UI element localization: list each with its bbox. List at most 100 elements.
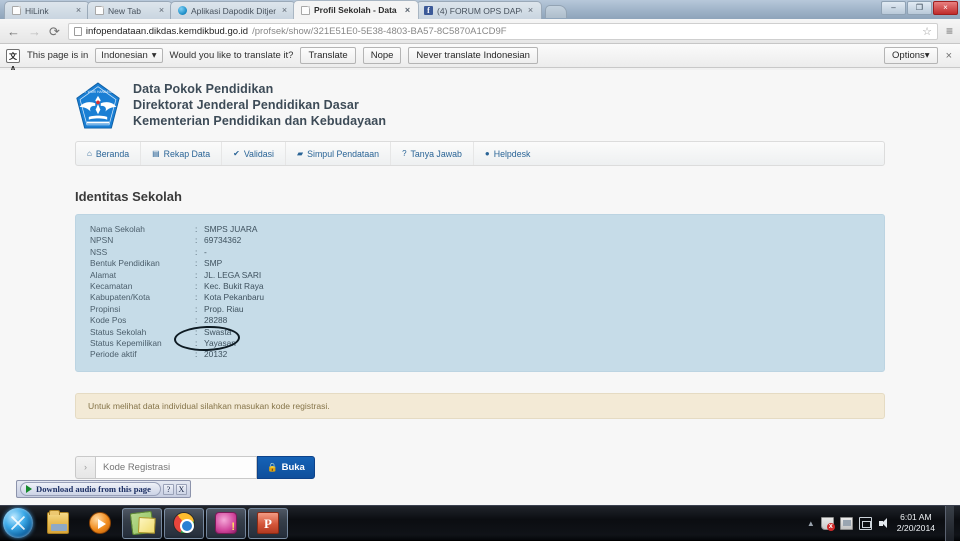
never-translate-button[interactable]: Never translate Indonesian	[408, 47, 538, 64]
identity-label: Status Kepemilikan	[90, 338, 195, 349]
site-header: TUT WURI HANDAYANI Data Pokok Pendidikan…	[65, 78, 895, 136]
taskbar-item-powerpoint[interactable]: P	[248, 508, 288, 539]
taskbar-item-sticky-notes[interactable]	[122, 508, 162, 539]
identity-separator: :	[195, 270, 204, 281]
network-icon[interactable]	[859, 517, 872, 530]
tab-close-icon[interactable]: ×	[74, 6, 83, 15]
nav-item-simpul-pendataan[interactable]: ▰ Simpul Pendataan	[286, 142, 391, 165]
question-circle-icon: ?	[402, 149, 406, 158]
taskbar-item-messenger[interactable]	[206, 508, 246, 539]
identity-value: Kec. Bukit Raya	[204, 281, 870, 292]
browser-tab-new-tab[interactable]: New Tab ×	[87, 1, 173, 19]
page-viewport: TUT WURI HANDAYANI Data Pokok Pendidikan…	[0, 70, 960, 505]
start-button[interactable]	[3, 508, 33, 538]
identity-label: Kecamatan	[90, 281, 195, 292]
page-title: Identitas Sekolah	[75, 189, 885, 204]
check-pin-icon: ✔	[233, 149, 240, 158]
identity-separator: :	[195, 247, 204, 258]
main-navbar: ⌂ Beranda ▤ Rekap Data ✔ Validasi ▰ Simp…	[75, 141, 885, 166]
browser-tab-forum-ops-dapodik[interactable]: f (4) FORUM OPS DAPODI ×	[416, 1, 542, 19]
action-center-flag-icon[interactable]	[840, 517, 853, 530]
site-title-line-1: Data Pokok Pendidikan	[133, 82, 386, 98]
volume-icon[interactable]	[878, 517, 891, 530]
tab-close-icon[interactable]: ×	[403, 6, 412, 15]
nav-item-label: Rekap Data	[164, 149, 210, 159]
blank-page-icon	[12, 6, 21, 15]
nav-item-beranda[interactable]: ⌂ Beranda	[76, 142, 141, 165]
identity-value: -	[204, 247, 870, 258]
identity-row: Periode aktif : 20132	[90, 349, 870, 360]
identity-separator: :	[195, 304, 204, 315]
identity-separator: :	[195, 327, 204, 338]
tab-close-icon[interactable]: ×	[526, 6, 535, 15]
download-audio-close-button[interactable]: X	[176, 484, 187, 495]
url-host: infopendataan.dikdas.kemdikbud.go.id	[86, 26, 248, 37]
browser-toolbar: ← → ⟳ infopendataan.dikdas.kemdikbud.go.…	[0, 19, 960, 44]
identity-separator: :	[195, 281, 204, 292]
identity-value: 20132	[204, 349, 870, 360]
nav-item-label: Simpul Pendataan	[307, 149, 379, 159]
page-icon	[301, 6, 310, 15]
nope-button[interactable]: Nope	[363, 47, 402, 64]
maximize-button[interactable]: ❐	[907, 1, 932, 15]
identity-row: Status Kepemilikan : Yayasan	[90, 338, 870, 349]
back-icon[interactable]: ←	[7, 25, 20, 38]
identity-row: Bentuk Pendidikan : SMP	[90, 258, 870, 269]
show-desktop-button[interactable]	[945, 506, 954, 541]
chrome-menu-icon[interactable]: ≡	[946, 24, 953, 38]
buka-button-label: Buka	[282, 457, 305, 478]
buka-button[interactable]: 🔒 Buka	[257, 456, 315, 479]
identity-label: NPSN	[90, 235, 195, 246]
new-tab-button[interactable]	[545, 5, 567, 18]
nav-item-helpdesk[interactable]: ● Helpdesk	[474, 142, 542, 165]
translate-icon: 文A	[6, 49, 20, 63]
security-shield-icon[interactable]	[821, 517, 834, 530]
minimize-button[interactable]: –	[881, 1, 906, 15]
close-infobar-icon[interactable]: ×	[946, 50, 952, 62]
taskbar-item-windows-media-player[interactable]	[80, 508, 120, 539]
tab-title: Aplikasi Dapodik Ditjen D	[191, 6, 276, 16]
taskbar-clock[interactable]: 6:01 AM 2/20/2014	[897, 512, 935, 534]
language-select[interactable]: Indonesian ▾	[95, 48, 162, 63]
identity-row: Status Sekolah : Swasta	[90, 327, 870, 338]
nav-item-tanya-jawab[interactable]: ? Tanya Jawab	[391, 142, 474, 165]
globe-icon	[178, 6, 187, 15]
browser-tab-hilink[interactable]: HiLink ×	[4, 1, 90, 19]
address-bar[interactable]: infopendataan.dikdas.kemdikbud.go.id/pro…	[68, 23, 938, 40]
page-info-icon[interactable]	[74, 27, 82, 36]
reload-icon[interactable]: ⟳	[49, 25, 60, 38]
identity-row: NPSN : 69734362	[90, 235, 870, 246]
home-icon: ⌂	[87, 149, 92, 158]
kode-registrasi-input[interactable]	[95, 456, 257, 479]
show-hidden-icons-icon[interactable]: ▲	[807, 519, 815, 528]
identity-row: Propinsi : Prop. Riau	[90, 304, 870, 315]
download-audio-button[interactable]: Download audio from this page	[20, 482, 161, 496]
translate-question-text: Would you like to translate it?	[170, 50, 294, 61]
identity-value: SMPS JUARA	[204, 224, 870, 235]
download-audio-help-button[interactable]: ?	[163, 484, 174, 495]
sticky-notes-icon	[130, 511, 155, 536]
identity-label: Periode aktif	[90, 349, 195, 360]
browser-tab-profil-sekolah[interactable]: Profil Sekolah - Data Poko ×	[293, 0, 419, 19]
chrome-browser-window: HiLink × New Tab × Aplikasi Dapodik Ditj…	[0, 0, 960, 505]
identity-value: JL. LEGA SARI	[204, 270, 870, 281]
translate-options-button[interactable]: Options▾	[884, 47, 938, 64]
chevron-right-icon: ›	[75, 456, 95, 479]
book-icon: ▤	[152, 149, 160, 158]
browser-tab-aplikasi-dapodik[interactable]: Aplikasi Dapodik Ditjen D ×	[170, 1, 296, 19]
bookmark-star-icon[interactable]: ☆	[922, 25, 932, 38]
taskbar-item-windows-explorer[interactable]	[38, 508, 78, 539]
close-window-button[interactable]: ×	[933, 1, 958, 15]
tab-close-icon[interactable]: ×	[280, 6, 289, 15]
identity-label: Alamat	[90, 270, 195, 281]
nav-item-validasi[interactable]: ✔ Validasi	[222, 142, 286, 165]
svg-text:TUT WURI HANDAYANI: TUT WURI HANDAYANI	[81, 90, 116, 94]
chevron-down-icon: ▾	[152, 50, 157, 61]
translate-button[interactable]: Translate	[300, 47, 355, 64]
forward-icon[interactable]: →	[28, 25, 41, 38]
taskbar-item-google-chrome[interactable]	[164, 508, 204, 539]
messenger-icon	[215, 512, 237, 534]
tab-close-icon[interactable]: ×	[157, 6, 166, 15]
nav-item-rekap-data[interactable]: ▤ Rekap Data	[141, 142, 222, 165]
clock-time: 6:01 AM	[897, 512, 935, 523]
